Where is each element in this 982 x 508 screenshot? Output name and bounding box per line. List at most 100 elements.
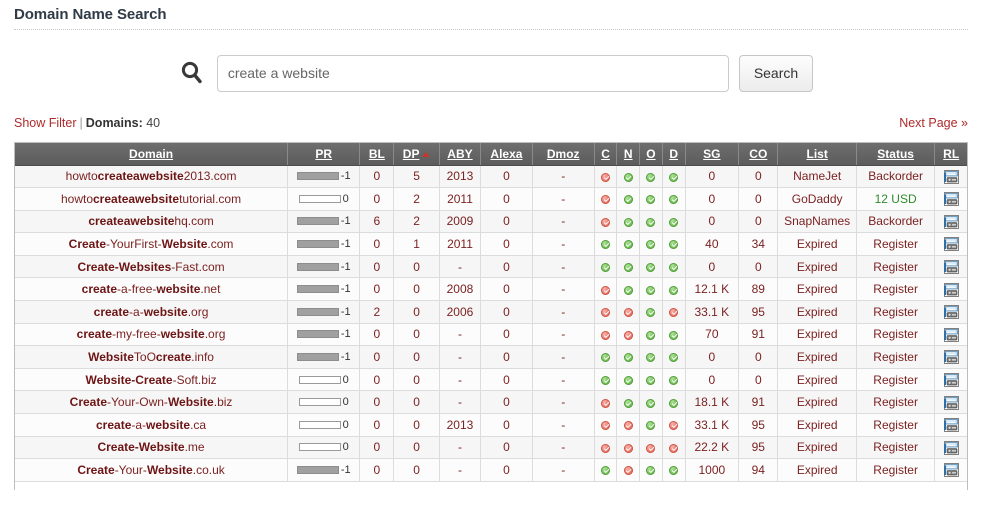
domain-link[interactable]: create-a-website.ca (96, 418, 206, 432)
cell-domain[interactable]: Create-Your-Website.co.uk (15, 458, 289, 482)
cell-rl[interactable] (934, 345, 967, 369)
column-header-label-c[interactable]: C (601, 147, 610, 161)
table-row[interactable]: Create-Your-Own-Website.biz 0 0 0-0-18.1 K9… (15, 390, 967, 415)
column-header-label-aby[interactable]: ABY (447, 147, 472, 161)
column-header-sg[interactable]: SG (685, 143, 740, 166)
cell-rl[interactable] (934, 165, 967, 189)
column-header-label-alexa[interactable]: Alexa (490, 147, 522, 161)
column-header-label-sg[interactable]: SG (703, 147, 720, 161)
cell-domain[interactable]: Create-Website.me (15, 436, 289, 460)
screenshot-preview-icon[interactable] (943, 463, 959, 478)
column-header-pr[interactable]: PR (287, 143, 361, 166)
column-header-rl[interactable]: RL (934, 143, 967, 166)
table-row[interactable]: Create-Website.me 0 0 0-0-22.2 K 95 Expired Re… (15, 436, 967, 460)
screenshot-preview-icon[interactable] (943, 305, 959, 320)
domain-link[interactable]: Create-YourFirst-Website.com (69, 237, 234, 251)
cell-status[interactable]: Register (856, 232, 936, 256)
domain-link[interactable]: Create-Your-Website.co.uk (77, 463, 224, 477)
table-row[interactable]: howtocreateawebsite2013.com -1 0 5 2013 0-0 0 N… (15, 165, 967, 189)
cell-rl[interactable] (934, 277, 967, 302)
screenshot-preview-icon[interactable] (943, 327, 959, 342)
screenshot-preview-icon[interactable] (943, 440, 959, 455)
cell-status[interactable]: Register (856, 413, 936, 437)
cell-rl[interactable] (934, 436, 967, 460)
table-row[interactable]: create-a-free-website.net -1 0 0 2008 0-12.1 … (15, 277, 967, 302)
table-row[interactable]: create-my-free-website.org -1 0 0-0-70 91 Exp… (15, 323, 967, 347)
column-header-c[interactable]: C (594, 143, 618, 166)
cell-rl[interactable] (934, 255, 967, 279)
table-row[interactable]: howtocreateawebsitetutorial.com 0 0 2 2011 0-… (15, 187, 967, 211)
column-header-label-d[interactable]: D (669, 147, 678, 161)
column-header-alexa[interactable]: Alexa (480, 143, 533, 166)
cell-status[interactable]: Register (856, 277, 936, 302)
cell-rl[interactable] (934, 323, 967, 347)
table-row[interactable]: Website-Create-Soft.biz 0 0 0-0-0 0 Expired Re… (15, 368, 967, 392)
column-header-list[interactable]: List (777, 143, 857, 166)
cell-domain[interactable]: create-a-website.ca (15, 413, 289, 437)
domain-link[interactable]: Create-Your-Own-Website.biz (70, 395, 233, 409)
search-button[interactable]: Search (738, 54, 814, 92)
column-header-label-dp[interactable]: DP (403, 147, 420, 161)
column-header-dp[interactable]: DP (393, 143, 440, 166)
screenshot-preview-icon[interactable] (943, 282, 959, 297)
column-header-o[interactable]: O (639, 143, 663, 166)
table-row[interactable]: Create-YourFirst-Website.com -1 0 1 2011 0-40… (15, 232, 967, 256)
cell-rl[interactable] (934, 368, 967, 392)
screenshot-preview-icon[interactable] (943, 395, 959, 410)
column-header-n[interactable]: N (616, 143, 641, 166)
cell-domain[interactable]: Create-YourFirst-Website.com (15, 232, 289, 256)
domain-link[interactable]: Create-Website.me (97, 440, 204, 454)
cell-domain[interactable]: howtocreateawebsite2013.com (15, 165, 289, 189)
column-header-label-list[interactable]: List (806, 147, 827, 161)
cell-status[interactable]: Register (856, 458, 936, 482)
column-header-aby[interactable]: ABY (439, 143, 482, 166)
cell-domain[interactable]: create-a-free-website.net (15, 277, 289, 302)
table-row[interactable]: Create-Websites-Fast.com -1 0 0-0-0 0 Expired… (15, 255, 967, 279)
screenshot-preview-icon[interactable] (943, 214, 959, 229)
table-row[interactable]: WebsiteToOcreate.info -1 0 0-0-0 0 Expired Reg… (15, 345, 967, 369)
screenshot-preview-icon[interactable] (943, 192, 959, 207)
domain-link[interactable]: createawebsitehq.com (88, 214, 213, 228)
column-header-d[interactable]: D (662, 143, 686, 166)
column-header-label-n[interactable]: N (624, 147, 633, 161)
domain-link[interactable]: howtocreateawebsitetutorial.com (61, 192, 241, 206)
cell-rl[interactable] (934, 300, 967, 324)
column-header-label-rl[interactable]: RL (943, 147, 959, 161)
cell-domain[interactable]: WebsiteToOcreate.info (15, 345, 289, 369)
screenshot-preview-icon[interactable] (943, 237, 959, 252)
cell-domain[interactable]: Website-Create-Soft.biz (15, 368, 289, 392)
column-header-label-pr[interactable]: PR (315, 147, 332, 161)
domain-link[interactable]: create-my-free-website.org (77, 327, 226, 341)
column-header-status[interactable]: Status (856, 143, 936, 166)
column-header-dmoz[interactable]: Dmoz (532, 143, 595, 166)
cell-rl[interactable] (934, 187, 967, 211)
column-header-bl[interactable]: BL (359, 143, 395, 166)
column-header-label-domain[interactable]: Domain (129, 147, 173, 161)
cell-status[interactable]: Backorder (856, 165, 936, 189)
domain-link[interactable]: create-a-website.org (94, 305, 209, 319)
cell-rl[interactable] (934, 458, 967, 482)
screenshot-preview-icon[interactable] (943, 350, 959, 365)
cell-rl[interactable] (934, 210, 967, 234)
cell-rl[interactable] (934, 232, 967, 256)
table-row[interactable]: createawebsitehq.com -1 6 2 2009 0-0 0 SnapName… (15, 210, 967, 234)
column-header-co[interactable]: CO (738, 143, 779, 166)
show-filter-link[interactable]: Show Filter (14, 116, 77, 130)
cell-domain[interactable]: Create-Websites-Fast.com (15, 255, 289, 279)
cell-rl[interactable] (934, 413, 967, 437)
table-row[interactable]: create-a-website.ca 0 0 0 2013 0-33.1 K 95 Expi… (15, 413, 967, 437)
screenshot-preview-icon[interactable] (943, 169, 959, 184)
domain-link[interactable]: WebsiteToOcreate.info (88, 350, 214, 364)
column-header-label-status[interactable]: Status (877, 147, 914, 161)
screenshot-preview-icon[interactable] (943, 373, 959, 388)
cell-status[interactable]: Backorder (856, 210, 936, 234)
screenshot-preview-icon[interactable] (943, 260, 959, 275)
cell-status[interactable]: Register (856, 436, 936, 460)
column-header-label-co[interactable]: CO (749, 147, 767, 161)
search-input[interactable] (216, 54, 729, 92)
column-header-label-o[interactable]: O (646, 147, 655, 161)
column-header-label-dmoz[interactable]: Dmoz (547, 147, 580, 161)
table-row[interactable]: Create-Your-Website.co.uk -1 0 0-0-1000 94 Ex… (15, 458, 967, 482)
cell-status[interactable]: 12 USD (856, 187, 936, 211)
cell-status[interactable]: Register (856, 368, 936, 392)
